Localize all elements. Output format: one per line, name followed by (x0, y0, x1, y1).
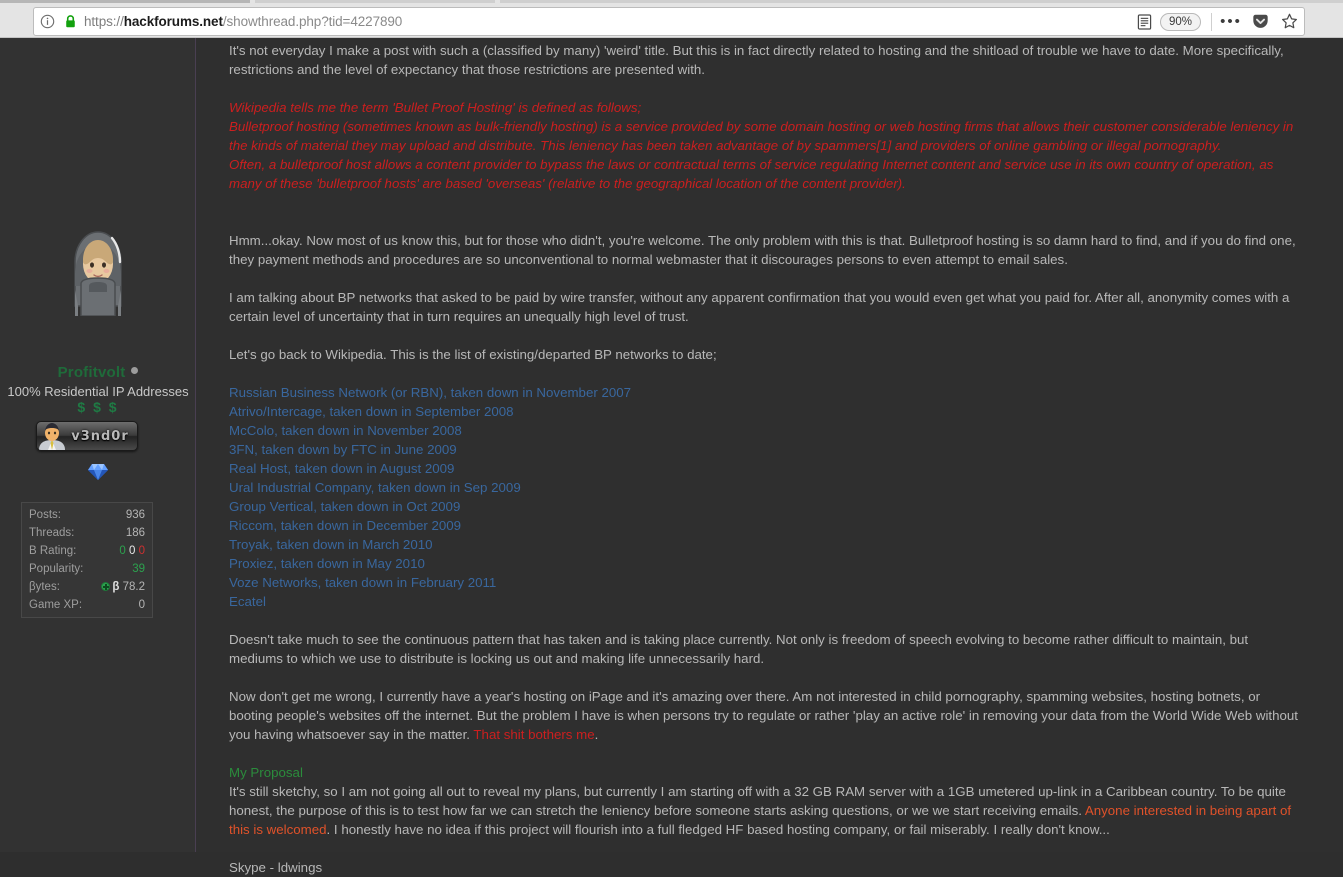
stat-row-posts: Posts: 936 (26, 506, 148, 524)
stat-value-popularity: 39 (93, 560, 148, 578)
list-item[interactable]: McColo, taken down in November 2008 (229, 421, 1305, 440)
blue-gem-icon (88, 464, 108, 480)
stat-value-bytes: β 78.2 (93, 578, 148, 596)
stat-row-popularity: Popularity: 39 (26, 560, 148, 578)
businessman-avatar-icon (39, 423, 65, 450)
popularity-value: 39 (132, 562, 145, 575)
list-item[interactable]: Ecatel (229, 592, 1305, 611)
stat-row-threads: Threads: 186 (26, 524, 148, 542)
gem-award[interactable] (0, 462, 196, 482)
list-item[interactable]: Voze Networks, taken down in February 20… (229, 573, 1305, 592)
stat-label-gamexp: Game XP: (29, 598, 83, 611)
author-username[interactable]: Profitvolt (0, 364, 196, 381)
online-status-indicator-icon (131, 367, 139, 374)
post-paragraph-intro: It's not everyday I make a post with suc… (229, 43, 1284, 77)
address-bar[interactable]: https://hackforums.net/showthread.php?ti… (33, 7, 1305, 36)
author-usertitle: 100% Residential IP Addresses (7, 384, 189, 399)
list-item[interactable]: Riccom, taken down in December 2009 (229, 516, 1305, 535)
post-author-sidebar: Profitvolt 100% Residential IP Addresses… (0, 38, 196, 852)
stat-row-gamexp: Game XP: 0 (26, 596, 148, 614)
add-bytes-icon[interactable] (101, 581, 111, 591)
stat-label-posts: Posts: (29, 508, 61, 521)
brating-positive: 0 (119, 544, 126, 557)
brating-neutral: 0 (128, 544, 136, 557)
list-item[interactable]: Troyak, taken down in March 2010 (229, 535, 1305, 554)
stat-value-threads: 186 (125, 526, 145, 539)
list-item[interactable]: Group Vertical, taken down in Oct 2009 (229, 497, 1305, 516)
stat-row-bytes: βytes: β 78.2 (26, 578, 148, 596)
tab-strip-remnant (0, 0, 1343, 4)
info-icon[interactable] (34, 7, 60, 36)
bytes-symbol: β (112, 580, 120, 593)
stat-label-bytes: βytes: (29, 580, 60, 593)
bookmark-star-icon[interactable] (1274, 7, 1304, 36)
quote-line-2: Bulletproof hosting (sometimes known as … (229, 119, 1294, 153)
vendor-badge[interactable]: v3nd0r (36, 421, 138, 451)
list-item[interactable]: Proxiez, taken down in May 2010 (229, 554, 1305, 573)
proposal-section: My Proposal It's still sketchy, so I am … (229, 763, 1305, 839)
list-item[interactable]: Ural Industrial Company, taken down in S… (229, 478, 1305, 497)
url-path: /showthread.php?tid=4227890 (222, 14, 403, 29)
author-star-rating: $ $ $ (77, 399, 119, 415)
ipage-highlight: That shit bothers me (473, 727, 595, 742)
brating-negative: 0 (138, 544, 145, 557)
author-stats-table: Posts: 936 Threads: 186 B Rating: 0 0 0 (21, 502, 153, 618)
quote-line-1: Wikipedia tells me the term 'Bullet Proo… (229, 100, 642, 115)
tab-edge-active[interactable] (0, 0, 250, 3)
tab-edge-inactive-2[interactable] (500, 0, 1343, 3)
stat-label-popularity: Popularity: (29, 562, 84, 575)
list-item[interactable]: Russian Business Network (or RBN), taken… (229, 383, 1305, 402)
tab-edge-inactive-1[interactable] (255, 0, 495, 3)
proposal-heading: My Proposal (229, 765, 303, 780)
url-scheme: https:// (84, 14, 124, 29)
avatar[interactable] (0, 216, 196, 316)
post-paragraph-list-intro: Let's go back to Wikipedia. This is the … (229, 347, 717, 362)
proposal-text-part-2: . I honestly have no idea if this projec… (326, 822, 1110, 837)
skype-contact-line: Skype - ldwings (229, 860, 323, 875)
quote-line-3: Often, a bulletproof host allows a conte… (229, 157, 1274, 191)
stat-label-threads: Threads: (29, 526, 75, 539)
wikipedia-quote-block: Wikipedia tells me the term 'Bullet Proo… (229, 98, 1305, 193)
bp-network-link-list: Russian Business Network (or RBN), taken… (229, 383, 1305, 611)
browser-chrome: https://hackforums.net/showthread.php?ti… (0, 0, 1343, 38)
url-host: hackforums.net (123, 14, 223, 29)
toolbar-separator (1211, 12, 1212, 31)
proposal-paragraph: It's still sketchy, so I am not going al… (229, 782, 1305, 839)
stat-label-brating: B Rating: (29, 544, 77, 557)
ipage-text-part-2: . (594, 727, 599, 742)
bytes-value: 78.2 (122, 580, 145, 593)
author-username-text: Profitvolt (57, 364, 126, 381)
stat-value-brating: 0 0 0 (93, 542, 148, 560)
zoom-level-badge[interactable]: 90% (1159, 12, 1201, 31)
ipage-text-part-1: Now don't get me wrong, I currently have… (229, 689, 1298, 742)
post-paragraph-ipage: Now don't get me wrong, I currently have… (229, 687, 1305, 744)
reader-view-icon[interactable] (1130, 7, 1160, 36)
post-content: It's not everyday I make a post with suc… (197, 38, 1343, 875)
hooded-figure-avatar (67, 216, 129, 316)
stat-value-posts: 936 (125, 508, 145, 521)
list-item[interactable]: Real Host, taken down in August 2009 (229, 459, 1305, 478)
page-actions-more-icon[interactable]: ••• (1216, 7, 1246, 36)
lock-icon[interactable] (60, 7, 80, 36)
forum-page: Profitvolt 100% Residential IP Addresses… (0, 38, 1343, 875)
url-text[interactable]: https://hackforums.net/showthread.php?ti… (80, 14, 1130, 29)
list-item[interactable]: Atrivo/Intercage, taken down in Septembe… (229, 402, 1305, 421)
post-paragraph-pattern: Doesn't take much to see the continuous … (229, 632, 1249, 666)
pocket-icon[interactable] (1246, 7, 1274, 36)
post-paragraph-hmm: Hmm...okay. Now most of us know this, bu… (229, 233, 1296, 267)
vendor-badge-label: v3nd0r (71, 428, 129, 444)
post-paragraph-bp-networks: I am talking about BP networks that aske… (229, 290, 1290, 324)
stat-row-brating: B Rating: 0 0 0 (26, 542, 148, 560)
list-item[interactable]: 3FN, taken down by FTC in June 2009 (229, 440, 1305, 459)
stat-value-gamexp: 0 (138, 598, 145, 611)
